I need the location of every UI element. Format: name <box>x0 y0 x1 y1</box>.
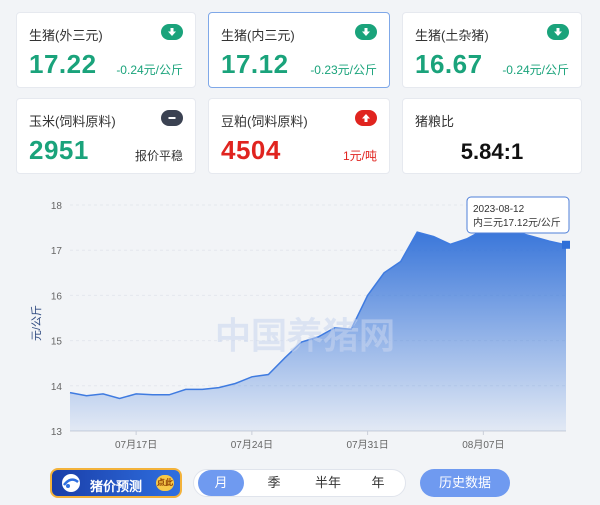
y-tick-label: 16 <box>51 291 63 302</box>
tooltip-date: 2023-08-12 <box>473 204 525 215</box>
card-status: 报价平稳 <box>134 149 183 163</box>
card-value: 17.12 <box>221 49 289 79</box>
history-data-button[interactable]: 历史数据 <box>420 469 510 497</box>
y-axis-label: 元/公斤 <box>30 305 43 341</box>
card-value: 4504 <box>221 135 281 165</box>
period-half-year[interactable]: 半年 <box>302 470 354 496</box>
card-title: 豆粕(饲料原料) <box>221 114 308 129</box>
watermark: 中国养猪网 <box>215 315 395 356</box>
card-title: 生猪(内三元) <box>221 28 295 43</box>
card-value: 17.22 <box>29 49 97 79</box>
down-arrow-icon <box>547 24 569 40</box>
card-change: -0.23元/公斤 <box>310 63 377 77</box>
card-pig-neisanyuan[interactable]: 生猪(内三元) 17.12 -0.23元/公斤 <box>208 12 390 88</box>
y-tick-label: 14 <box>51 382 63 393</box>
card-value: 16.67 <box>415 49 483 79</box>
up-arrow-icon <box>355 110 377 126</box>
card-change: 1元/吨 <box>342 149 377 163</box>
period-month[interactable]: 月 <box>198 470 244 496</box>
card-title: 生猪(外三元) <box>29 28 103 43</box>
card-title: 玉米(饲料原料) <box>29 114 116 129</box>
down-arrow-icon <box>161 24 183 40</box>
y-tick-label: 13 <box>51 427 63 438</box>
card-title: 猪粮比 <box>415 114 455 129</box>
minus-icon <box>161 110 183 126</box>
card-change: -0.24元/公斤 <box>502 63 569 77</box>
price-chart[interactable]: 13 14 15 16 17 18 元/公斤 中国养猪网 07月17日 07月24日 07月3… <box>0 185 600 453</box>
tooltip: 2023-08-12 内三元17.12元/公斤 <box>466 196 570 234</box>
card-change: -0.24元/公斤 <box>116 63 183 77</box>
card-pig-tuzazhu[interactable]: 生猪(土杂猪) 16.67 -0.24元/公斤 <box>402 12 582 88</box>
card-soybean-meal[interactable]: 豆粕(饲料原料) 4504 1元/吨 <box>208 98 390 174</box>
period-year[interactable]: 年 <box>356 470 400 496</box>
period-quarter[interactable]: 季 <box>252 470 296 496</box>
price-chart-svg[interactable]: 13 14 15 16 17 18 元/公斤 中国养猪网 07月17日 07月24日 07月3… <box>0 185 600 453</box>
price-forecast-label: 猪价预测 <box>90 479 143 494</box>
card-pig-grain-ratio[interactable]: 猪粮比 5.84:1 <box>402 98 582 174</box>
card-pig-waisanyuan[interactable]: 生猪(外三元) 17.22 -0.24元/公斤 <box>16 12 196 88</box>
x-tick-label: 07月17日 <box>115 439 157 451</box>
tooltip-text: 内三元17.12元/公斤 <box>473 216 561 229</box>
card-corn[interactable]: 玉米(饲料原料) 2951 报价平稳 <box>16 98 196 174</box>
y-tick-label: 15 <box>51 337 63 348</box>
x-tick-label: 08月07日 <box>462 439 504 451</box>
y-tick-label: 17 <box>51 246 63 257</box>
bottom-bar: 猪价预测 点此 月 季 半年 年 历史数据 <box>0 466 600 502</box>
forecast-icon <box>62 474 80 492</box>
price-forecast-button[interactable]: 猪价预测 点此 <box>50 468 182 498</box>
card-value: 2951 <box>29 135 89 165</box>
x-tick-label: 07月31日 <box>346 439 388 451</box>
card-title: 生猪(土杂猪) <box>415 28 489 43</box>
click-here-badge: 点此 <box>156 475 174 491</box>
last-point-marker[interactable] <box>562 240 570 249</box>
period-selector: 月 季 半年 年 <box>193 469 406 497</box>
card-value: 5.84:1 <box>460 139 524 164</box>
down-arrow-icon <box>355 24 377 40</box>
x-tick-label: 07月24日 <box>231 439 273 451</box>
y-tick-label: 18 <box>51 201 63 212</box>
